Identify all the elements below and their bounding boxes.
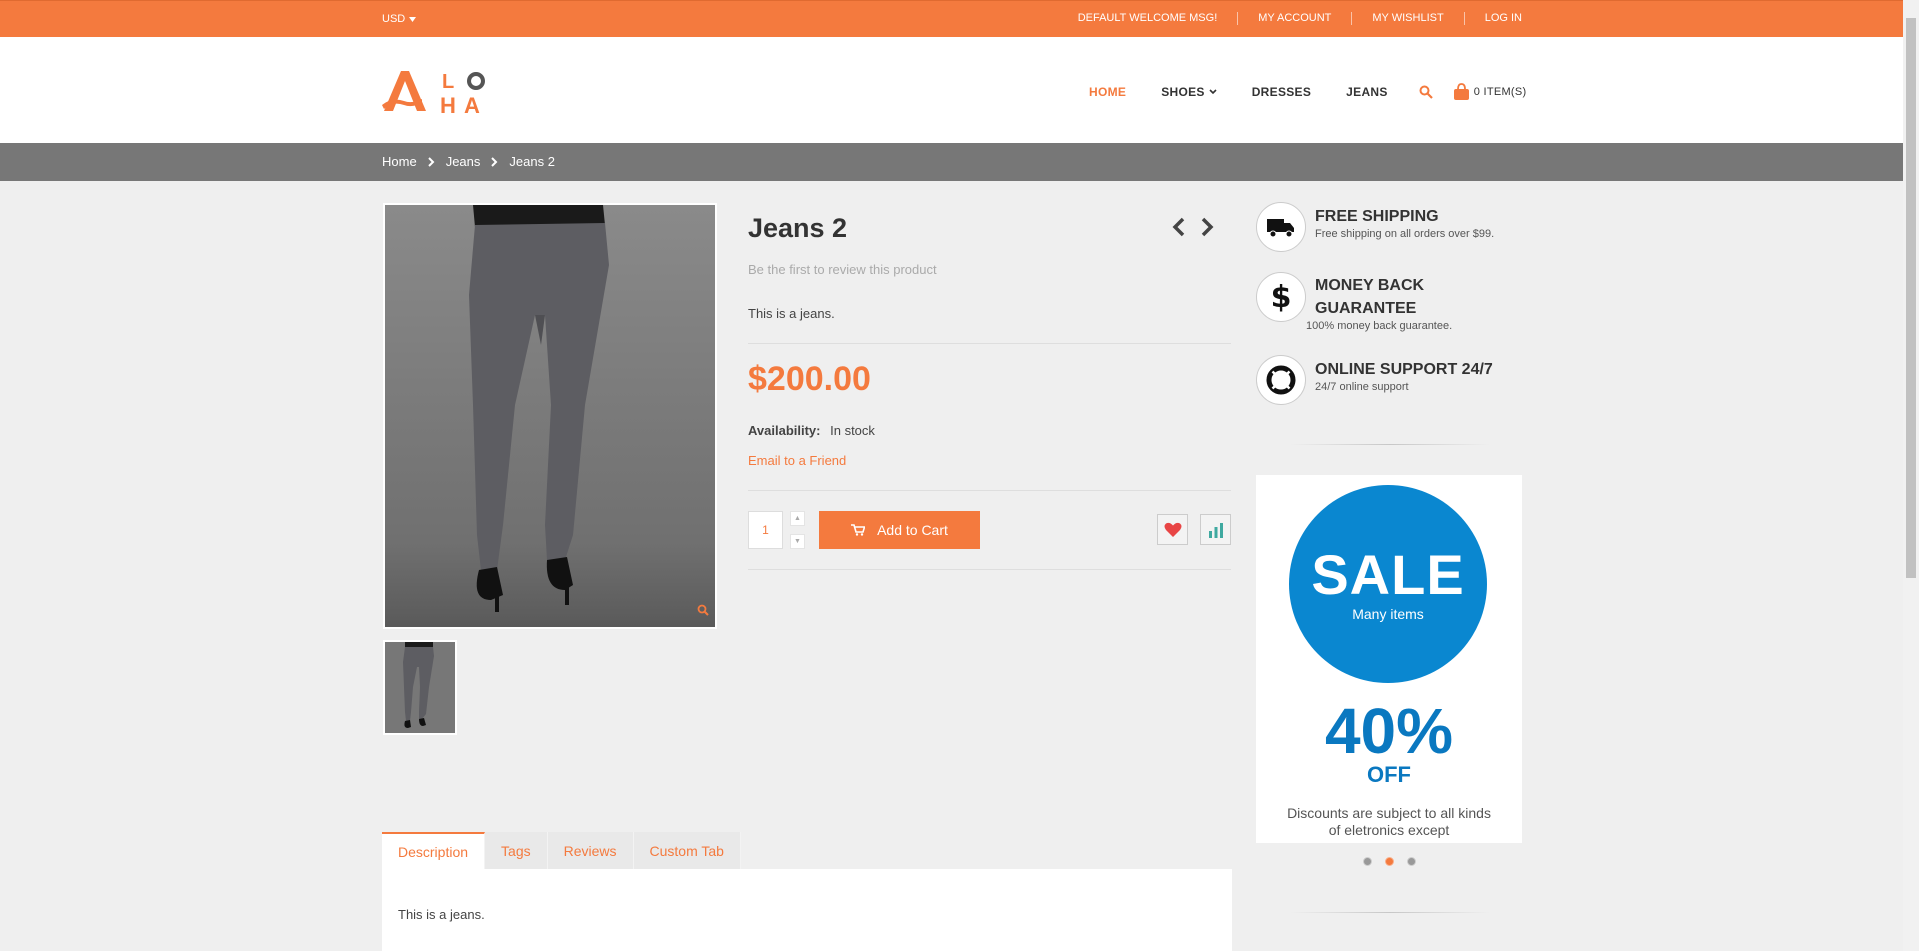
top-bar: USD DEFAULT WELCOME MSG! MY ACCOUNT MY W… xyxy=(0,0,1903,37)
my-account-link[interactable]: MY ACCOUNT xyxy=(1237,12,1351,25)
my-wishlist-link[interactable]: MY WISHLIST xyxy=(1351,12,1463,25)
sidebar-divider xyxy=(1290,912,1490,913)
banner-pagination xyxy=(1363,857,1416,866)
banner-dot-active[interactable] xyxy=(1385,857,1394,866)
product-thumbnail[interactable] xyxy=(383,640,457,735)
breadcrumb-bar: Home Jeans Jeans 2 xyxy=(0,143,1903,181)
discount-percent: 40% xyxy=(1324,695,1454,767)
product-price: $200.00 xyxy=(748,360,871,398)
availability: Availability: In stock xyxy=(748,423,875,438)
chevron-right-icon xyxy=(427,156,435,167)
jeans-thumbnail-photo xyxy=(385,642,455,733)
svg-text:H: H xyxy=(440,93,456,115)
svg-text:A: A xyxy=(464,93,480,115)
feature-title: ONLINE SUPPORT 24/7 xyxy=(1315,361,1493,378)
tab-description[interactable]: Description xyxy=(382,832,486,869)
discount-off: OFF xyxy=(1367,762,1411,787)
sale-banner[interactable]: SALE Many items 40% OFF Discounts are su… xyxy=(1256,475,1522,843)
banner-dot[interactable] xyxy=(1363,857,1372,866)
site-logo[interactable]: L H A xyxy=(382,67,492,115)
add-to-compare-button[interactable] xyxy=(1200,514,1231,545)
next-product-icon[interactable] xyxy=(1200,217,1214,237)
feature-title: MONEY BACK GUARANTEE xyxy=(1315,277,1425,317)
nav-shoes[interactable]: SHOES xyxy=(1161,85,1217,99)
sidebar-divider xyxy=(1290,444,1490,445)
chevron-down-icon xyxy=(1209,89,1217,95)
breadcrumb-current: Jeans 2 xyxy=(509,154,555,169)
vertical-scrollbar[interactable] xyxy=(1903,0,1919,951)
lifebuoy-icon xyxy=(1256,355,1306,405)
cart-count-label: 0 ITEM(S) xyxy=(1473,86,1527,98)
sale-text: SALE xyxy=(1311,543,1465,606)
tab-reviews[interactable]: Reviews xyxy=(547,832,634,869)
scrollbar-thumb[interactable] xyxy=(1906,18,1916,578)
heart-icon xyxy=(1164,522,1181,537)
qty-increase-button[interactable]: ▲ xyxy=(790,511,805,526)
nav-home[interactable]: HOME xyxy=(1089,85,1126,99)
currency-switcher[interactable]: USD xyxy=(382,13,417,25)
tab-panel-text: This is a jeans. xyxy=(398,907,485,922)
breadcrumb-home[interactable]: Home xyxy=(382,154,417,169)
svg-text:L: L xyxy=(442,71,454,93)
nav-jeans[interactable]: JEANS xyxy=(1346,85,1388,99)
tab-custom[interactable]: Custom Tab xyxy=(633,832,741,869)
feature-subtitle: 100% money back guarantee. xyxy=(1306,320,1453,332)
nav-dresses[interactable]: DRESSES xyxy=(1252,85,1311,99)
cart-icon xyxy=(851,524,866,536)
discount-note: Discounts are subject to all kinds of el… xyxy=(1287,805,1491,838)
feature-money-back: $ MONEY BACK GUARANTEE 100% money back g… xyxy=(1256,272,1475,332)
availability-label: Availability: xyxy=(748,423,821,438)
breadcrumb-jeans[interactable]: Jeans xyxy=(446,154,481,169)
tab-panel: This is a jeans. xyxy=(382,869,1232,951)
nav-shoes-label: SHOES xyxy=(1161,85,1205,99)
caret-down-icon xyxy=(409,16,417,22)
email-to-friend-link[interactable]: Email to a Friend xyxy=(748,453,846,468)
add-to-cart-label: Add to Cart xyxy=(877,522,948,538)
search-icon[interactable] xyxy=(1419,85,1433,99)
currency-label: USD xyxy=(382,13,406,25)
main-nav: HOME SHOES DRESSES JEANS 0 ITEM(S) xyxy=(1089,83,1527,101)
add-to-cart-button[interactable]: Add to Cart xyxy=(819,511,980,549)
product-title: Jeans 2 xyxy=(748,213,848,243)
qty-decrease-button[interactable]: ▼ xyxy=(790,534,805,549)
availability-value: In stock xyxy=(830,423,875,438)
feature-free-shipping: FREE SHIPPING Free shipping on all order… xyxy=(1256,202,1494,252)
mini-cart[interactable]: 0 ITEM(S) xyxy=(1453,83,1527,101)
product-tabs: Description Tags Reviews Custom Tab xyxy=(382,832,741,869)
shopping-bag-icon xyxy=(1453,83,1469,100)
product-navigation xyxy=(1172,217,1214,237)
top-links: DEFAULT WELCOME MSG! MY ACCOUNT MY WISHL… xyxy=(1058,12,1522,25)
login-link[interactable]: LOG IN xyxy=(1463,12,1522,25)
product-main-image[interactable] xyxy=(383,203,717,629)
divider xyxy=(748,490,1231,491)
jeans-photo xyxy=(385,205,715,627)
feature-online-support: ONLINE SUPPORT 24/7 24/7 online support xyxy=(1256,355,1493,405)
review-link[interactable]: Be the first to review this product xyxy=(748,262,937,277)
short-description: This is a jeans. xyxy=(748,306,835,321)
welcome-message: DEFAULT WELCOME MSG! xyxy=(1077,12,1218,24)
header: L H A HOME SHOES DRESSES JEANS 0 ITEM(S) xyxy=(0,37,1903,143)
divider xyxy=(748,343,1231,344)
tab-tags[interactable]: Tags xyxy=(485,832,548,869)
divider xyxy=(748,569,1231,570)
zoom-icon[interactable] xyxy=(697,603,709,621)
bar-chart-icon xyxy=(1208,522,1223,538)
quantity-input[interactable] xyxy=(748,511,783,549)
banner-dot[interactable] xyxy=(1407,857,1416,866)
add-to-wishlist-button[interactable] xyxy=(1157,514,1188,545)
feature-subtitle: Free shipping on all orders over $99. xyxy=(1315,228,1495,240)
sale-badge: SALE Many items xyxy=(1289,485,1487,683)
chevron-right-icon xyxy=(491,156,498,167)
previous-product-icon[interactable] xyxy=(1172,217,1186,237)
feature-subtitle: 24/7 online support xyxy=(1315,381,1409,393)
dollar-icon: $ xyxy=(1256,272,1306,322)
feature-title: FREE SHIPPING xyxy=(1315,208,1439,225)
truck-icon xyxy=(1256,202,1306,252)
sale-subtext: Many items xyxy=(1352,606,1424,622)
breadcrumb: Home Jeans Jeans 2 xyxy=(382,154,555,169)
